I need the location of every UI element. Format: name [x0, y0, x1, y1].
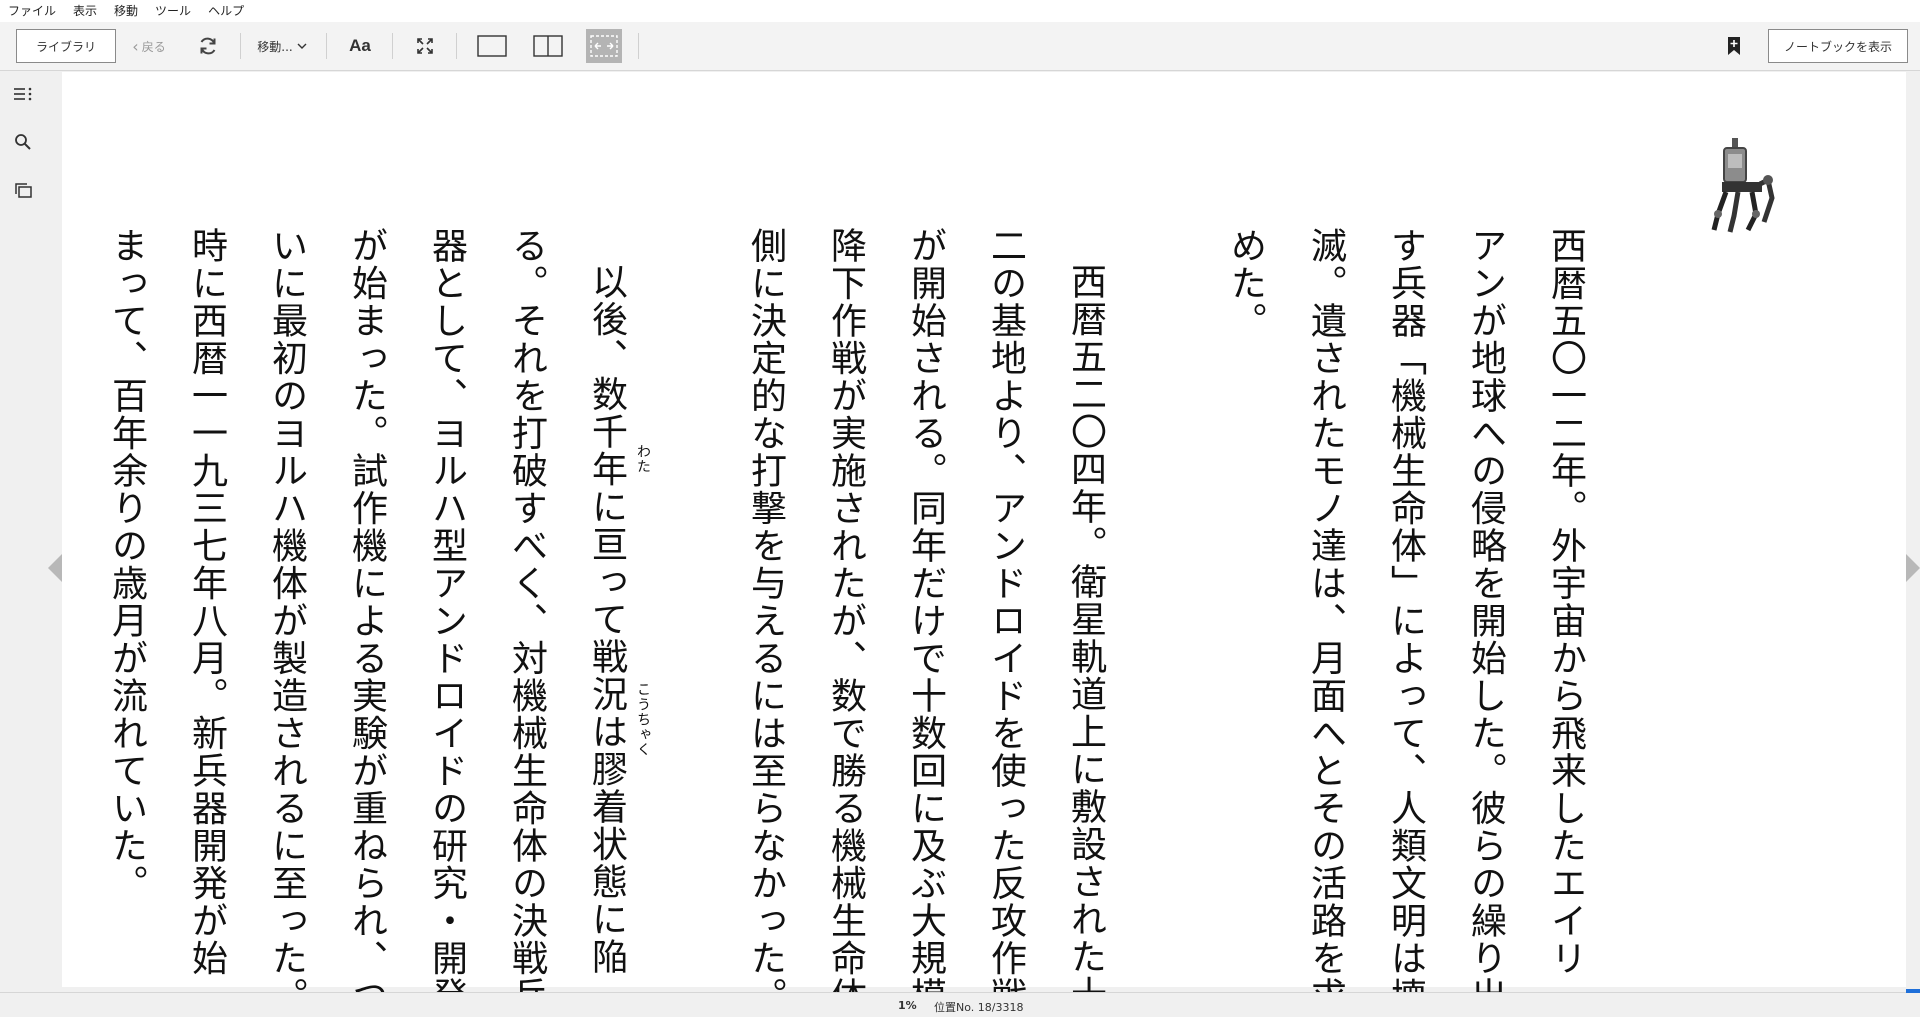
refresh-icon [200, 37, 216, 55]
fit-width-icon [590, 35, 618, 57]
text-line: 西暦五二〇四年。衛星軌道上に敷設された十 [1065, 263, 1106, 1013]
text-line: 滅。遺されたモノ達は、月面へとその活路を求 [1305, 227, 1346, 1015]
text-line: いに最初のヨルハ機体が製造されるに至った。 [266, 227, 307, 1015]
fullscreen-button[interactable] [410, 29, 440, 63]
toolbar-divider [456, 33, 457, 59]
menu-go[interactable]: 移動 [106, 0, 147, 22]
font-settings-button[interactable]: Aa [344, 29, 376, 63]
progress-percent: 1% [898, 999, 917, 1012]
text-line: 器として、ヨルハ型アンドロイドの研究・開発 [426, 227, 467, 1015]
table-of-contents-button[interactable] [11, 82, 35, 106]
show-notebook-button[interactable]: ノートブックを表示 [1768, 29, 1908, 63]
menu-file[interactable]: ファイル [0, 0, 65, 22]
text-line: る。それを打破すべく、対機械生命体の決戦兵 [506, 227, 547, 1015]
library-button[interactable]: ライブラリ [16, 29, 116, 63]
text-line: 二の基地より、アンドロイドを使った反攻作戦 [985, 227, 1026, 1015]
menu-help[interactable]: ヘルプ [200, 0, 253, 22]
two-column-icon [533, 35, 563, 57]
menu-view[interactable]: 表示 [65, 0, 106, 22]
previous-page-icon[interactable] [46, 553, 64, 583]
back-label: 戻る [141, 39, 166, 54]
search-button[interactable] [11, 130, 35, 154]
text-line: 以後、数千年に亘って戦況は膠着状態に陥 [586, 263, 627, 976]
status-bar: 1% 位置No. 18/3318 [0, 989, 1920, 1017]
next-page-icon[interactable] [1904, 553, 1920, 583]
text-line: 西暦五〇一二年。外宇宙から飛来したエイリ [1545, 227, 1586, 977]
chevron-left-icon: ‹ [132, 36, 139, 56]
menu-tools[interactable]: ツール [147, 0, 200, 22]
two-column-button[interactable] [530, 29, 566, 63]
flashcards-icon [15, 183, 32, 198]
toolbar-divider [326, 33, 327, 59]
reading-progress-bar[interactable] [1906, 989, 1920, 993]
toolbar-divider [638, 33, 639, 59]
back-button[interactable]: ‹ 戻る [128, 29, 170, 63]
furigana: わた [635, 444, 651, 474]
single-column-icon [477, 35, 507, 57]
robot-illustration [1711, 138, 1775, 233]
text-line: まって、百年余りの歳月が流れていた。 [106, 227, 147, 902]
text-line: めた。 [1225, 227, 1266, 340]
fit-width-button[interactable] [586, 29, 622, 63]
location-indicator: 位置No. 18/3318 [934, 1001, 1024, 1014]
text-line: が開始される。同年だけで十数回に及ぶ大規模 [905, 227, 946, 1015]
table-of-contents-icon [14, 87, 32, 101]
bookmark-add-icon [1728, 37, 1740, 55]
add-bookmark-button[interactable] [1722, 29, 1746, 63]
text-line: が始まった。試作機による実験が重ねられ、つ [346, 227, 387, 1015]
goto-label: 移動... [257, 39, 293, 54]
text-line: 降下作戦が実施されたが、数で勝る機械生命体 [825, 227, 866, 1015]
flashcards-button[interactable] [11, 178, 35, 202]
toolbar: ライブラリ ‹ 戻る 移動... Aa ノートブックを表示 [0, 22, 1920, 71]
toolbar-divider [392, 33, 393, 59]
text-line: 側に決定的な打撃を与えるには至らなかった。 [745, 227, 786, 1015]
search-icon [15, 134, 31, 150]
text-line: アンが地球への侵略を開始した。彼らの繰り出 [1465, 227, 1506, 1015]
text-line: 時に西暦一一九三七年八月。新兵器開発が始 [186, 227, 227, 977]
sidebar [0, 72, 46, 992]
refresh-button[interactable] [192, 29, 224, 63]
single-column-button[interactable] [474, 29, 510, 63]
goto-dropdown[interactable]: 移動... [250, 29, 314, 63]
furigana: こうちゃく [635, 682, 651, 757]
reading-page[interactable]: 西暦五〇一二年。外宇宙から飛来したエイリ アンが地球への侵略を開始した。彼らの繰… [62, 72, 1906, 1015]
fullscreen-icon [417, 38, 433, 54]
menu-bar: ファイル 表示 移動 ツール ヘルプ [0, 0, 1920, 22]
toolbar-divider [240, 33, 241, 59]
text-line: す兵器「機械生命体」によって、人類文明は壊 [1385, 227, 1426, 1015]
chevron-down-icon [297, 43, 307, 49]
